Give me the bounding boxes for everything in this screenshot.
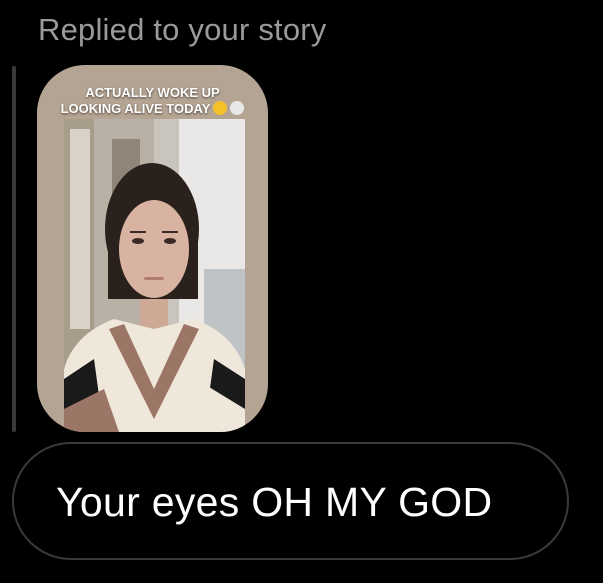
message-text: Your eyes OH MY GOD: [56, 479, 493, 525]
message-bubble[interactable]: Your eyes OH MY GOD: [12, 442, 569, 560]
story-caption-line-1: ACTUALLY WOKE UP: [85, 85, 220, 100]
skull-emoji-icon: [230, 101, 245, 115]
selfie-image: [64, 119, 245, 432]
rolling-laughing-emoji-icon: [213, 101, 228, 115]
story-caption-line-2: LOOKING ALIVE TODAY: [37, 101, 268, 117]
story-thumbnail[interactable]: ACTUALLY WOKE UP LOOKING ALIVE TODAY: [37, 65, 268, 432]
story-caption-line-2-text: LOOKING ALIVE TODAY: [60, 101, 211, 116]
story-photo: [64, 119, 245, 432]
reply-indicator-bar: [12, 66, 16, 432]
story-caption: ACTUALLY WOKE UP LOOKING ALIVE TODAY: [37, 85, 268, 117]
replied-to-story-label: Replied to your story: [38, 12, 327, 47]
